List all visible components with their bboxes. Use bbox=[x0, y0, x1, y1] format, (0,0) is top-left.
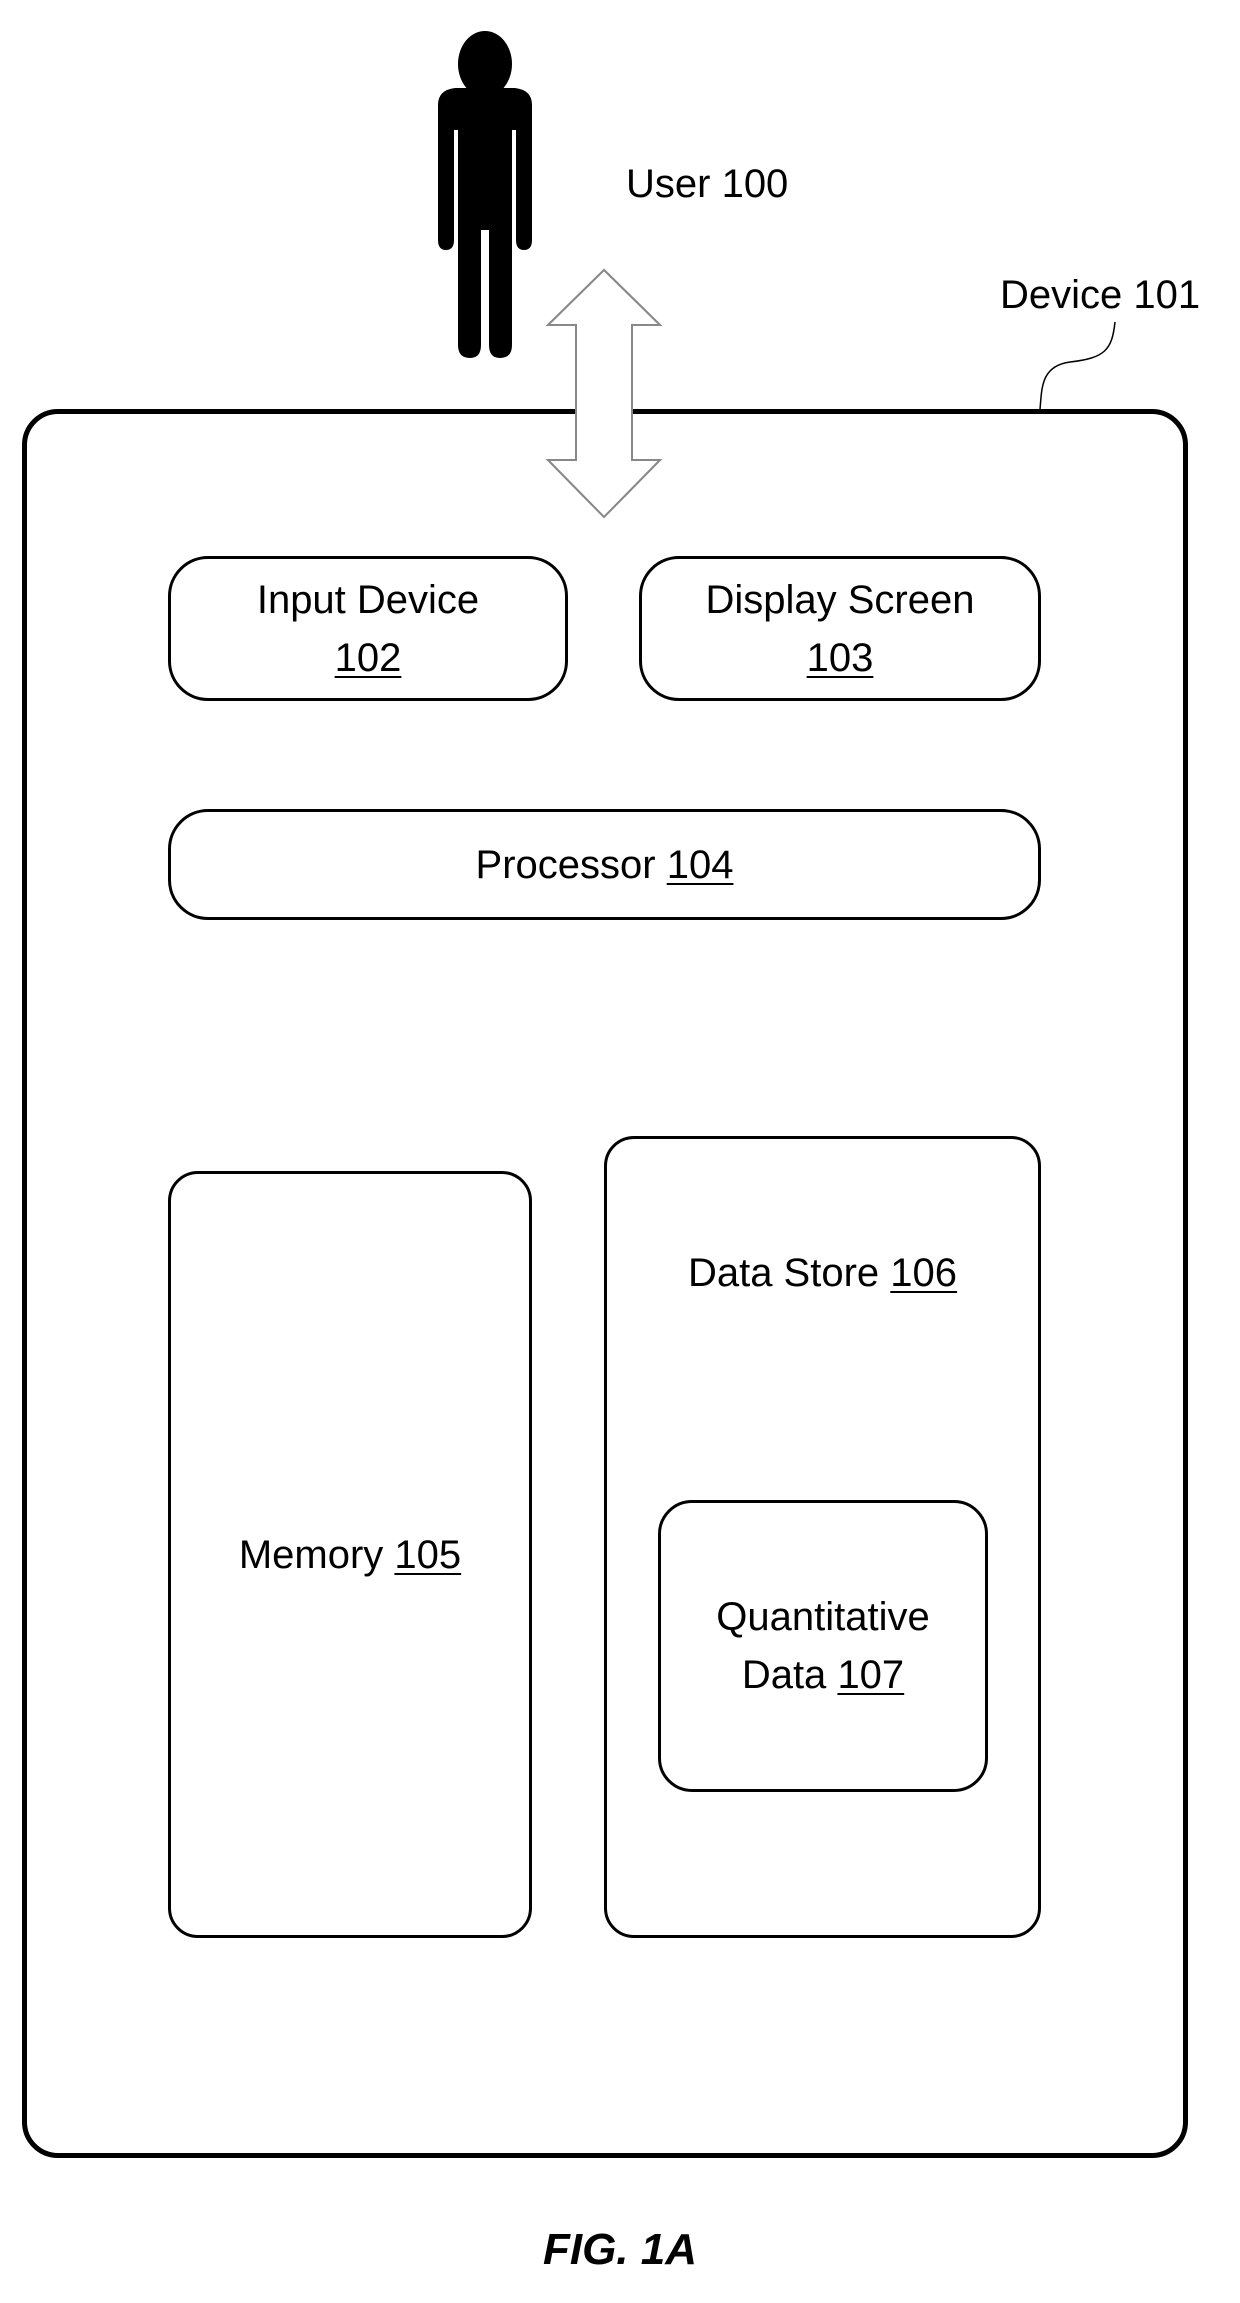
display-screen-name: Display Screen bbox=[705, 577, 975, 622]
input-device-box: Input Device 102 bbox=[168, 556, 568, 701]
processor-box: Processor 104 bbox=[168, 809, 1041, 920]
memory-ref: 105 bbox=[394, 1532, 462, 1577]
device-label: Device 101 bbox=[1000, 273, 1201, 317]
display-screen-box: Display Screen 103 bbox=[639, 556, 1041, 701]
device-leader-line bbox=[1039, 321, 1116, 410]
quantitative-data-line1: Quantitative bbox=[716, 1595, 930, 1639]
input-device-ref: 102 bbox=[334, 635, 402, 680]
quantitative-data-ref: 107 bbox=[837, 1653, 905, 1697]
data-store-ref: 106 bbox=[890, 1251, 958, 1295]
processor-ref: 104 bbox=[666, 842, 734, 887]
quantitative-data-line2: Data 107 bbox=[742, 1646, 904, 1704]
data-store-name: Data Store bbox=[687, 1251, 880, 1295]
figure-caption: FIG. 1A bbox=[542, 2225, 698, 2274]
memory-box: Memory 105 bbox=[168, 1171, 532, 1938]
data-store-title: Data Store 106 bbox=[688, 1244, 957, 1302]
display-screen-ref: 103 bbox=[806, 635, 874, 680]
memory-name: Memory bbox=[238, 1532, 384, 1577]
user-person-icon bbox=[438, 31, 532, 358]
user-label: User 100 bbox=[626, 162, 789, 206]
processor-name: Processor bbox=[475, 842, 656, 887]
quantitative-data-name: Data bbox=[741, 1653, 827, 1697]
input-device-name: Input Device bbox=[256, 577, 480, 622]
quantitative-data-box: Quantitative Data 107 bbox=[658, 1500, 988, 1792]
